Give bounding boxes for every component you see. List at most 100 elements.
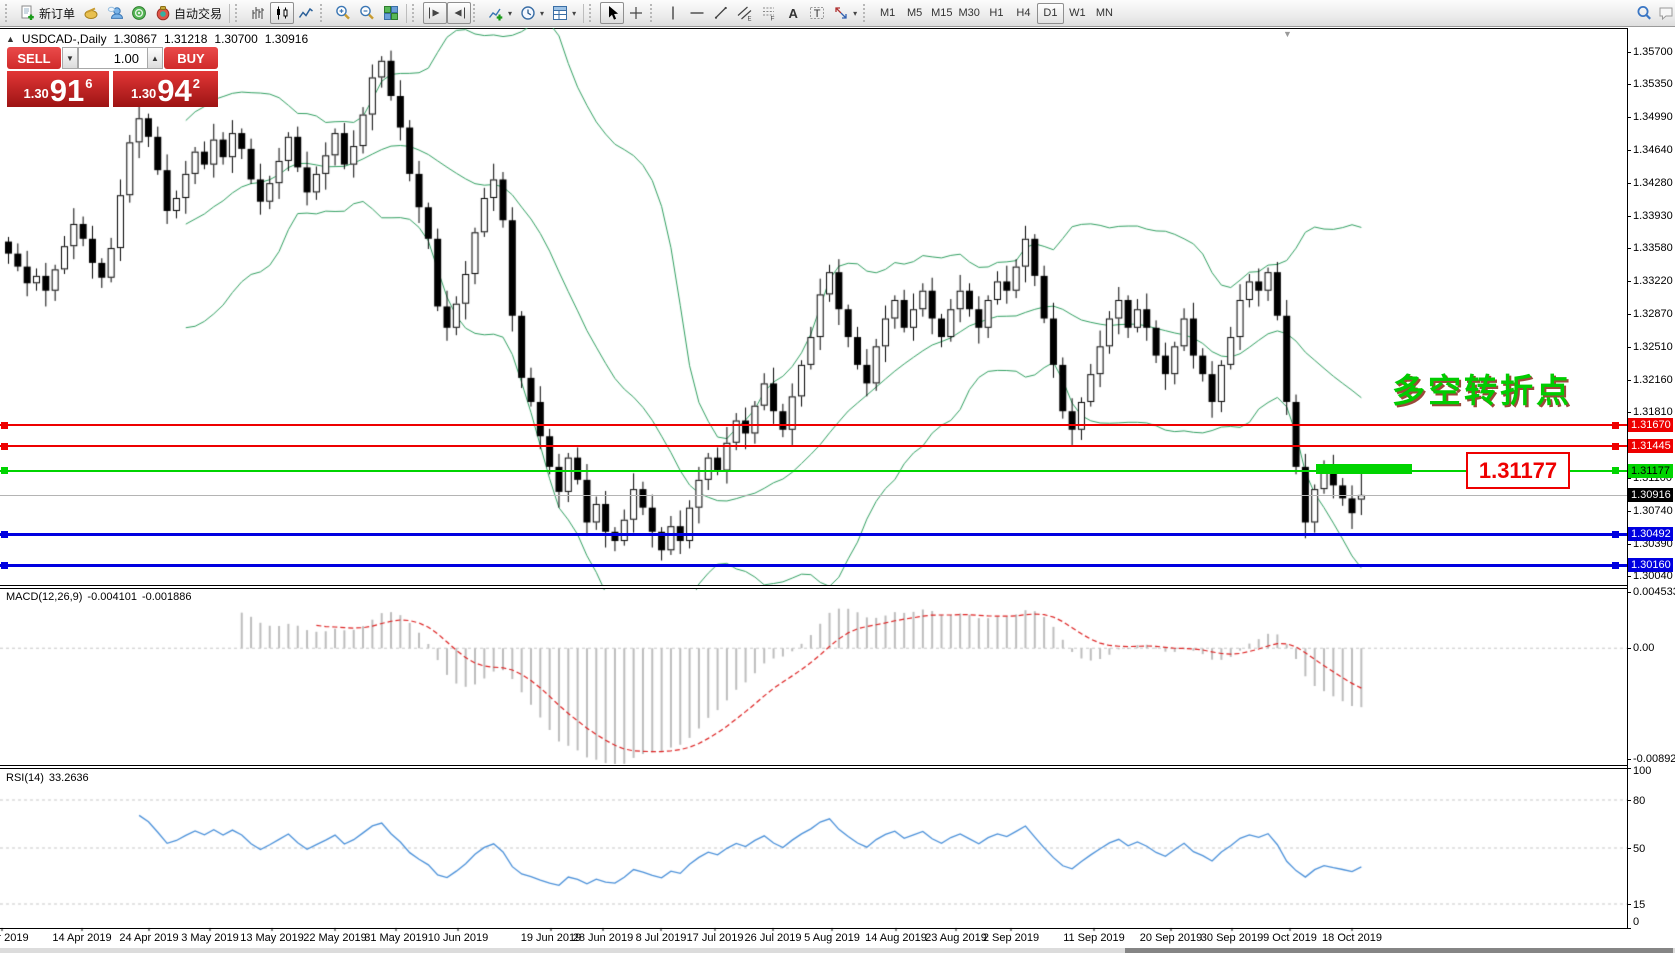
collapse-icon[interactable]: ▲ <box>6 34 15 44</box>
level-line-handle[interactable] <box>1 467 8 474</box>
chart-line-icon <box>298 5 314 21</box>
crosshair-icon <box>628 5 644 21</box>
timeframe-w1[interactable]: W1 <box>1064 3 1091 24</box>
panel-splitter-rsi[interactable] <box>0 765 1627 769</box>
chevron-down-icon: ▾ <box>508 9 512 18</box>
price-axis-label: 1.34280 <box>1633 177 1673 189</box>
level-line-handle[interactable] <box>1 531 8 538</box>
price-axis-label: 1.32870 <box>1633 308 1673 320</box>
hline-button[interactable] <box>685 2 709 24</box>
volume-input[interactable]: 1.00 <box>78 47 148 69</box>
chart-shift-button[interactable] <box>447 2 471 24</box>
fibonacci-button[interactable]: F <box>757 2 781 24</box>
autotrading-button[interactable]: 自动交易 <box>151 2 226 24</box>
cursor-button[interactable] <box>600 2 624 24</box>
timeframe-m5[interactable]: M5 <box>901 3 928 24</box>
sell-price-pip: 6 <box>85 76 92 91</box>
price-axis-tick <box>1627 380 1631 381</box>
horizontal-level-line[interactable] <box>0 445 1627 447</box>
zoom-out-button[interactable] <box>355 2 379 24</box>
toolbar-chat-button[interactable] <box>1654 2 1675 24</box>
rsi-axis-tick <box>1627 928 1631 929</box>
tile-windows-button[interactable] <box>379 2 403 24</box>
price-axis-label: 1.34640 <box>1633 144 1673 156</box>
open-value: 1.30867 <box>114 32 157 46</box>
timeframe-m30[interactable]: M30 <box>956 3 983 24</box>
horizontal-scrollbar-thumb[interactable] <box>1125 948 1673 953</box>
chinese-annotation[interactable]: 多空转折点 <box>1392 364 1572 412</box>
svg-text:E: E <box>748 17 752 22</box>
chart-bars-button[interactable] <box>246 2 270 24</box>
chart-candles-button[interactable] <box>270 2 294 24</box>
signal-button[interactable] <box>127 2 151 24</box>
periods-clock-button[interactable]: ▾ <box>516 2 548 24</box>
toolbar-search-button[interactable] <box>1632 2 1656 24</box>
volume-down-button[interactable]: ▼ <box>62 47 78 69</box>
timeframe-mn[interactable]: MN <box>1091 3 1118 24</box>
zoom-in-button[interactable] <box>331 2 355 24</box>
level-line-handle[interactable] <box>1 562 8 569</box>
pivot-price-tag[interactable]: 1.31177 <box>1466 452 1570 489</box>
level-line-handle[interactable] <box>1 443 8 450</box>
templates-button[interactable]: ▾ <box>548 2 580 24</box>
timeframe-m15[interactable]: M15 <box>928 3 955 24</box>
chart-line-button[interactable] <box>294 2 318 24</box>
auto-scroll-icon <box>427 5 443 21</box>
panel-splitter-macd[interactable] <box>0 585 1627 589</box>
level-line-handle[interactable] <box>1612 531 1619 538</box>
low-value: 1.30700 <box>214 32 257 46</box>
timeframe-d1[interactable]: D1 <box>1037 3 1064 24</box>
sell-price-big: 91 <box>50 77 84 105</box>
level-line-handle[interactable] <box>1 422 8 429</box>
sell-price-box[interactable]: 1.30 91 6 <box>7 71 109 107</box>
chevron-down-icon: ▾ <box>572 9 576 18</box>
pivot-zone-rectangle[interactable] <box>1316 464 1412 474</box>
auto-scroll-button[interactable] <box>423 2 447 24</box>
search-icon <box>1636 5 1652 21</box>
volume-up-button[interactable]: ▲ <box>147 47 163 69</box>
gold-button[interactable] <box>79 2 103 24</box>
price-axis-label: 1.33930 <box>1633 210 1673 222</box>
toolbar-grip <box>863 4 870 22</box>
crosshair-button[interactable] <box>624 2 648 24</box>
high-value: 1.31218 <box>164 32 207 46</box>
price-axis-label: 1.34990 <box>1633 111 1673 123</box>
trendline-button[interactable] <box>709 2 733 24</box>
horizontal-level-line[interactable] <box>0 564 1627 567</box>
timeframe-h4[interactable]: H4 <box>1010 3 1037 24</box>
level-line-handle[interactable] <box>1612 562 1619 569</box>
text-label-button[interactable]: T <box>805 2 829 24</box>
bid-price-line <box>0 495 1627 496</box>
chart-canvas[interactable] <box>0 28 1627 948</box>
buy-button[interactable]: BUY <box>164 47 218 69</box>
price-badge: 1.31177 <box>1628 464 1673 478</box>
channel-button[interactable]: E <box>733 2 757 24</box>
vline-button[interactable] <box>661 2 685 24</box>
rsi-title: RSI(14) <box>6 772 44 784</box>
level-line-handle[interactable] <box>1612 443 1619 450</box>
sell-button[interactable]: SELL <box>7 47 61 69</box>
new-order-button[interactable]: 新订单 <box>16 2 79 24</box>
level-line-handle[interactable] <box>1612 422 1619 429</box>
channel-icon: E <box>737 5 753 21</box>
new-indicator-icon <box>488 5 504 21</box>
buy-price-box[interactable]: 1.30 94 2 <box>113 71 218 107</box>
new-indicator-button[interactable]: ▾ <box>484 2 516 24</box>
arrows-button[interactable]: ▾ <box>829 2 861 24</box>
profile-cloud-button[interactable] <box>103 2 127 24</box>
toolbar-separator <box>406 4 407 23</box>
timeframe-h1[interactable]: H1 <box>983 3 1010 24</box>
price-axis-tick <box>1627 478 1631 479</box>
timeframe-m1[interactable]: M1 <box>874 3 901 24</box>
horizontal-level-line[interactable] <box>0 533 1627 536</box>
macd-axis-label: 0.00 <box>1633 642 1654 654</box>
horizontal-level-line[interactable] <box>0 424 1627 426</box>
text-a-button[interactable]: A <box>781 2 805 24</box>
date-axis-label: 2 Sep 2019 <box>983 932 1039 944</box>
price-axis-tick <box>1627 347 1631 348</box>
rsi-axis-tick <box>1627 848 1631 849</box>
date-axis-label: 9 Oct 2019 <box>1263 932 1317 944</box>
rsi-label: RSI(14) 33.2636 <box>6 772 89 784</box>
level-line-handle[interactable] <box>1612 467 1619 474</box>
price-axis-tick <box>1627 52 1631 53</box>
